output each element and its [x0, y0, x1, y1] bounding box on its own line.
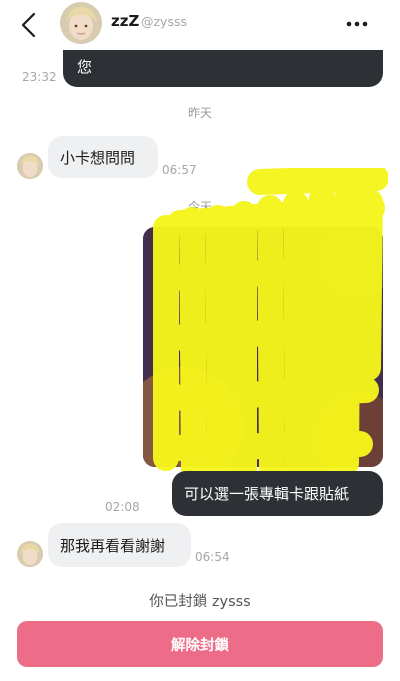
- censor-scribble: [153, 168, 388, 493]
- message-time: 23:32: [22, 70, 57, 84]
- message-time: 02:08: [105, 500, 140, 514]
- avatar[interactable]: [60, 2, 102, 44]
- message-bubble-sent[interactable]: 您: [63, 50, 383, 87]
- contact-handle: @zysss: [141, 14, 187, 29]
- chevron-left-icon[interactable]: [14, 10, 44, 40]
- avatar[interactable]: [17, 153, 43, 179]
- message-text: 您: [77, 58, 93, 76]
- unblock-button[interactable]: 解除封鎖: [17, 621, 383, 667]
- message-time: 06:54: [195, 550, 230, 564]
- unblock-button-label: 解除封鎖: [171, 637, 229, 654]
- message-text: 可以選一張專輯卡跟貼紙: [184, 485, 350, 503]
- message-bubble-received[interactable]: 那我再看看謝謝: [48, 523, 191, 567]
- message-bubble-sent[interactable]: 可以選一張專輯卡跟貼紙: [172, 471, 383, 516]
- blocked-status-text: 你已封鎖 zysss: [149, 594, 251, 610]
- date-separator: 昨天: [187, 106, 212, 120]
- avatar[interactable]: [17, 541, 43, 567]
- message-text: 小卡想問問: [60, 149, 136, 167]
- contact-name[interactable]: zzZ: [111, 12, 139, 30]
- message-text: 那我再看看謝謝: [60, 537, 166, 555]
- more-horizontal-icon[interactable]: [344, 14, 370, 34]
